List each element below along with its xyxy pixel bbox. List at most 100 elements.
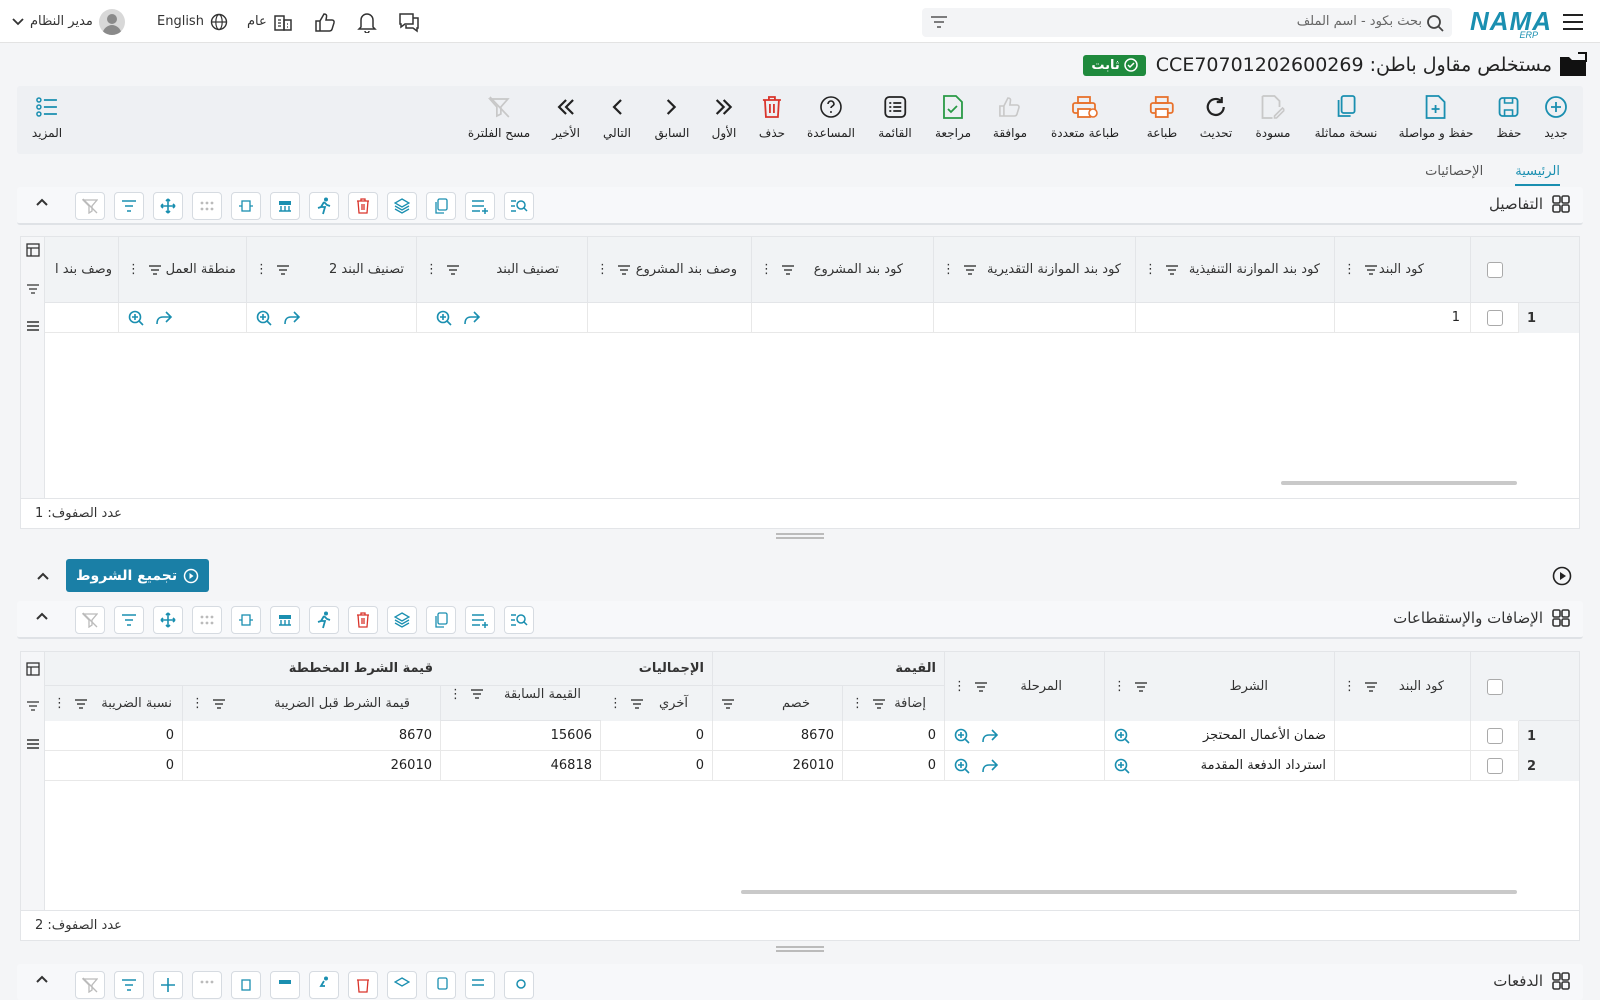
filter-tool[interactable] xyxy=(114,192,144,220)
search-plus-icon[interactable] xyxy=(1113,757,1131,775)
select-all-checkbox[interactable] xyxy=(1487,261,1503,278)
clear-filter-tool[interactable] xyxy=(75,971,105,999)
layout-tool[interactable] xyxy=(270,606,300,634)
header-est-budget-code[interactable]: ⋮ كود بند الموازنة التقديرية xyxy=(934,237,1136,303)
value-before-tax-cell[interactable]: 8670 xyxy=(183,721,441,751)
item-code-cell[interactable]: 1 xyxy=(1335,303,1471,333)
column-menu-icon[interactable]: ⋮ xyxy=(953,679,966,694)
row-checkbox[interactable] xyxy=(1486,757,1503,774)
column-filter-icon[interactable] xyxy=(212,698,226,709)
column-menu-icon[interactable]: ⋮ xyxy=(425,262,438,277)
item-class2-cell[interactable] xyxy=(247,303,417,333)
column-menu-icon[interactable]: ⋮ xyxy=(449,687,462,702)
row-checkbox[interactable] xyxy=(1486,727,1503,744)
column-menu-icon[interactable]: ⋮ xyxy=(1343,679,1356,694)
share-arrow-icon[interactable] xyxy=(981,758,999,774)
exec-budget-code-cell[interactable] xyxy=(1136,303,1335,333)
search-input[interactable] xyxy=(982,14,1422,29)
column-filter-icon[interactable] xyxy=(974,681,988,692)
tab-statistics[interactable]: الإحصائيات xyxy=(1425,158,1483,186)
column-menu-icon[interactable]: ⋮ xyxy=(760,262,773,277)
clear-filter-button[interactable]: مسح الفلترة xyxy=(468,94,530,140)
run-tool[interactable] xyxy=(309,192,339,220)
condition-lookup[interactable] xyxy=(1113,757,1131,775)
other-cell[interactable]: 0 xyxy=(601,751,713,781)
more-button[interactable]: المزيد xyxy=(32,94,62,140)
tax-rate-cell[interactable]: 0 xyxy=(45,751,183,781)
dots-tool[interactable] xyxy=(192,192,222,220)
share-arrow-icon[interactable] xyxy=(283,310,301,326)
search-plus-icon[interactable] xyxy=(127,309,145,327)
search-box[interactable] xyxy=(922,8,1452,37)
select-all-cell[interactable] xyxy=(1471,652,1519,721)
save-button[interactable]: حفظ xyxy=(1497,94,1521,140)
filter-tool[interactable] xyxy=(114,971,144,999)
discount-cell[interactable]: 8670 xyxy=(713,721,843,751)
header-value-before-tax[interactable]: ⋮ قيمة الشرط قبل الضريبة xyxy=(183,686,441,721)
column-filter-icon[interactable] xyxy=(276,264,290,275)
fit-tool[interactable] xyxy=(231,606,261,634)
column-filter-icon[interactable] xyxy=(148,264,162,275)
delete-tool[interactable] xyxy=(348,606,378,634)
save-continue-button[interactable]: حفظ و مواصلة xyxy=(1399,94,1473,140)
collapse-payments-button[interactable] xyxy=(35,974,49,984)
move-tool[interactable] xyxy=(153,971,183,999)
menu-icon[interactable] xyxy=(26,320,40,332)
item-code-cell[interactable] xyxy=(1335,751,1471,781)
condition-cell[interactable]: استرداد الدفعة المقدمة xyxy=(1105,751,1335,781)
filter-icon[interactable] xyxy=(26,283,40,295)
addition-cell[interactable]: 0 xyxy=(843,721,945,751)
filter-icon[interactable] xyxy=(26,700,40,712)
clear-filter-tool[interactable] xyxy=(75,192,105,220)
resize-handle[interactable] xyxy=(776,533,824,539)
column-filter-icon[interactable] xyxy=(1165,264,1179,275)
print-button[interactable]: طباعة xyxy=(1147,94,1177,140)
multi-print-button[interactable]: طباعة متعددة xyxy=(1051,94,1119,140)
delete-button[interactable]: حذف xyxy=(759,94,785,140)
column-menu-icon[interactable]: ⋮ xyxy=(942,262,955,277)
clear-filter-tool[interactable] xyxy=(75,606,105,634)
condition-cell[interactable]: ضمان الأعمال المحتجز xyxy=(1105,721,1335,751)
row-select-cell[interactable] xyxy=(1471,751,1519,781)
header-project-item-code[interactable]: ⋮ كود بند المشروع xyxy=(752,237,934,303)
dots-tool[interactable] xyxy=(192,606,222,634)
search-tool[interactable] xyxy=(504,192,534,220)
select-all-cell[interactable] xyxy=(1471,237,1519,303)
column-menu-icon[interactable]: ⋮ xyxy=(851,696,864,711)
tab-main[interactable]: الرئيسية xyxy=(1515,158,1560,186)
filter-tool[interactable] xyxy=(114,606,144,634)
table-settings-icon[interactable] xyxy=(26,243,40,257)
header-item-code[interactable]: ⋮ كود البند xyxy=(1335,652,1471,721)
previous-record-button[interactable]: السابق xyxy=(655,94,689,140)
collapse-aggregate-button[interactable] xyxy=(36,571,50,581)
condition-lookup[interactable] xyxy=(1113,727,1131,745)
new-button[interactable]: جديد xyxy=(1544,94,1568,140)
row-select-cell[interactable] xyxy=(1471,721,1519,751)
layout-tool[interactable] xyxy=(270,192,300,220)
header-exec-budget-code[interactable]: ⋮ كود بند الموازنة التنفيذية xyxy=(1136,237,1335,303)
details-title[interactable]: التفاصيل xyxy=(1489,194,1571,214)
item-class-cell[interactable] xyxy=(417,303,588,333)
dots-tool[interactable] xyxy=(192,971,222,999)
other-cell[interactable]: 0 xyxy=(601,721,713,751)
stage-cell[interactable] xyxy=(945,751,1105,781)
column-menu-icon[interactable]: ⋮ xyxy=(609,696,622,711)
header-stage[interactable]: ⋮ المرحلة xyxy=(945,652,1105,721)
row-checkbox[interactable] xyxy=(1486,309,1503,326)
column-menu-icon[interactable]: ⋮ xyxy=(1113,679,1126,694)
table-settings-icon[interactable] xyxy=(26,662,40,676)
horizontal-scrollbar[interactable] xyxy=(1281,481,1517,485)
refresh-button[interactable]: تحديث xyxy=(1200,94,1232,140)
review-button[interactable]: مراجعة xyxy=(935,94,971,140)
duplicate-button[interactable]: نسخة مماثلة xyxy=(1315,94,1377,140)
last-record-button[interactable]: الأخير xyxy=(552,94,580,140)
header-work-area[interactable]: ⋮ منطقة العمل xyxy=(119,237,247,303)
column-menu-icon[interactable]: ⋮ xyxy=(1343,262,1356,277)
messages-button[interactable] xyxy=(397,0,421,43)
next-record-button[interactable]: التالي xyxy=(603,94,631,140)
column-filter-icon[interactable] xyxy=(781,264,795,275)
search-tool[interactable] xyxy=(504,971,534,999)
filter-icon[interactable] xyxy=(930,15,948,29)
row-select-cell[interactable] xyxy=(1471,303,1519,333)
copy-tool[interactable] xyxy=(426,192,456,220)
